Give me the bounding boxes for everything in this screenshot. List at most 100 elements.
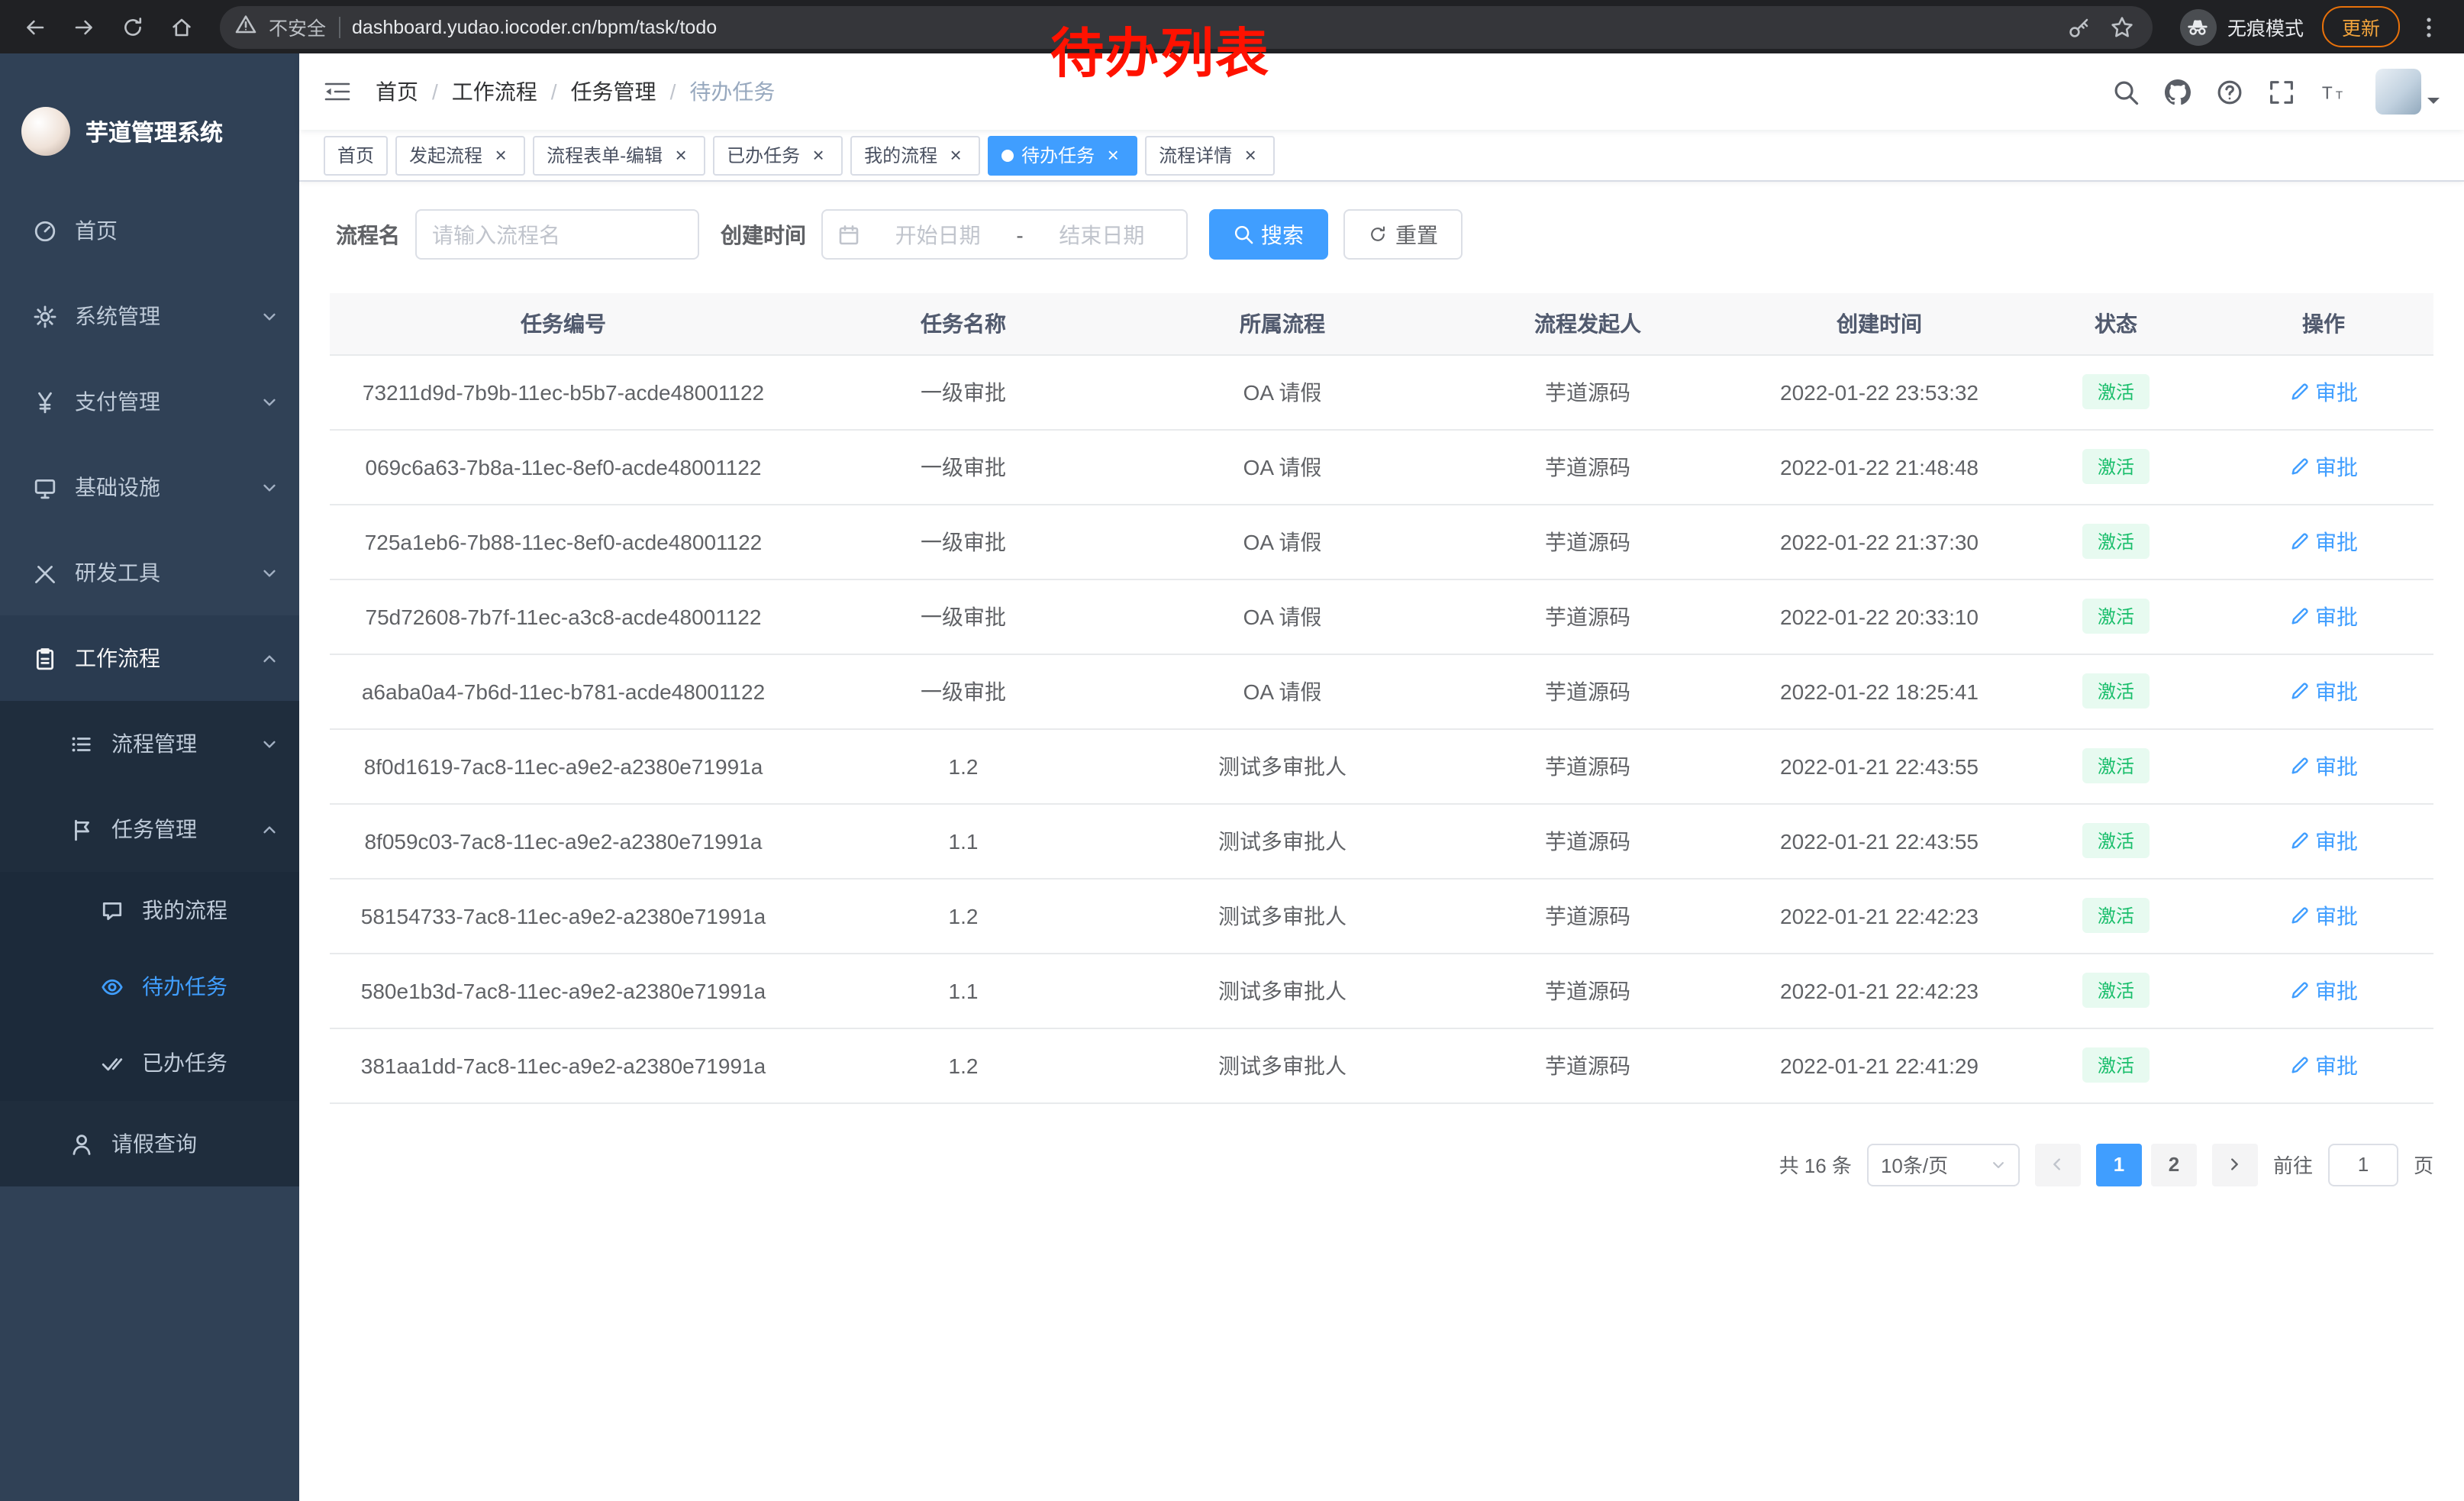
approve-link[interactable]: 审批 [2289, 451, 2358, 482]
breadcrumb-item[interactable]: 任务管理 [571, 76, 656, 107]
question-icon[interactable] [2208, 70, 2250, 113]
process-name-input[interactable] [432, 222, 682, 247]
tab-close-icon[interactable]: × [670, 144, 692, 166]
tab-close-icon[interactable]: × [1102, 144, 1124, 166]
starter-cell: 芋道源码 [1435, 803, 1740, 878]
process-name-label: 流程名 [336, 219, 400, 250]
tab-home[interactable]: 首页 [324, 135, 388, 175]
end-date-placeholder[interactable]: 结束日期 [1033, 219, 1171, 250]
tab-my-process[interactable]: 我的流程 × [850, 135, 980, 175]
start-date-placeholder[interactable]: 开始日期 [869, 219, 1007, 250]
status-badge: 激活 [2082, 599, 2150, 634]
star-icon[interactable] [2107, 11, 2137, 42]
forward-icon[interactable] [64, 7, 104, 47]
sidebar-item-process-mgmt[interactable]: 流程管理 [0, 701, 299, 786]
task-id-cell: 8f0d1619-7ac8-11ec-a9e2-a2380e71991a [330, 728, 797, 803]
search-button[interactable]: 搜索 [1209, 209, 1328, 260]
breadcrumb-separator: / [551, 79, 557, 104]
tab-label: 流程详情 [1159, 142, 1232, 168]
tab-label: 我的流程 [864, 142, 937, 168]
update-button[interactable]: 更新 [2322, 6, 2400, 47]
reset-button-label: 重置 [1395, 219, 1438, 250]
pencil-icon [2289, 756, 2309, 776]
key-icon[interactable] [2064, 11, 2095, 42]
kebab-menu-icon[interactable] [2409, 7, 2449, 47]
table-row: 73211d9d-7b9b-11ec-b5b7-acde48001122一级审批… [330, 354, 2433, 429]
status-badge: 激活 [2082, 973, 2150, 1008]
approve-link[interactable]: 审批 [2289, 825, 2358, 856]
column-header: 流程发起人 [1435, 293, 1740, 354]
reset-button[interactable]: 重置 [1343, 209, 1463, 260]
approve-link[interactable]: 审批 [2289, 975, 2358, 1006]
task-id-cell: 381aa1dd-7ac8-11ec-a9e2-a2380e71991a [330, 1028, 797, 1102]
approve-link[interactable]: 审批 [2289, 676, 2358, 706]
pencil-icon [2289, 382, 2309, 402]
process-cell: OA 请假 [1130, 504, 1435, 579]
sidebar-item-leave-query[interactable]: 请假查询 [0, 1101, 299, 1186]
sidebar-item-workflow[interactable]: 工作流程 [0, 615, 299, 701]
sidebar-item-home[interactable]: 首页 [0, 188, 299, 273]
tab-done-task[interactable]: 已办任务× [713, 135, 843, 175]
tab-close-icon[interactable]: × [945, 144, 966, 166]
incognito-icon [2180, 8, 2217, 45]
sidebar-item-payment[interactable]: 支付管理 [0, 359, 299, 444]
sidebar-collapse-icon[interactable] [324, 79, 351, 104]
goto-page-input[interactable] [2328, 1143, 2398, 1186]
process-name-field[interactable] [415, 209, 699, 260]
approve-label: 审批 [2315, 1050, 2358, 1080]
chevron-down-icon [261, 308, 278, 324]
sidebar-item-todo-task[interactable]: 待办任务 [0, 948, 299, 1025]
avatar[interactable] [2375, 69, 2421, 115]
github-icon[interactable] [2156, 70, 2198, 113]
task-id-cell: 725a1eb6-7b88-11ec-8ef0-acde48001122 [330, 504, 797, 579]
back-icon[interactable] [15, 7, 55, 47]
pencil-icon [2289, 831, 2309, 851]
sidebar-item-infrastructure[interactable]: 基础设施 [0, 444, 299, 530]
tab-start-process[interactable]: 发起流程× [395, 135, 525, 175]
search-icon[interactable] [2104, 70, 2146, 113]
home-icon[interactable] [162, 7, 202, 47]
sidebar-item-label: 基础设施 [75, 472, 160, 502]
approve-label: 审批 [2315, 451, 2358, 482]
warning-icon [235, 14, 256, 40]
approve-link[interactable]: 审批 [2289, 526, 2358, 557]
tab-todo-task[interactable]: 待办任务× [988, 135, 1137, 175]
sidebar-item-done-task[interactable]: 已办任务 [0, 1025, 299, 1101]
prev-page-button[interactable] [2035, 1143, 2081, 1186]
sidebar-item-system[interactable]: 系统管理 [0, 273, 299, 359]
chrome-nav-buttons [15, 7, 202, 47]
tab-form-edit[interactable]: 流程表单-编辑× [533, 135, 705, 175]
tab-close-icon[interactable]: × [808, 144, 829, 166]
table-row: a6aba0a4-7b6d-11ec-b781-acde48001122一级审批… [330, 654, 2433, 728]
approve-link[interactable]: 审批 [2289, 601, 2358, 631]
date-range-field[interactable]: 开始日期 - 结束日期 [821, 209, 1188, 260]
tab-close-icon[interactable]: × [1240, 144, 1261, 166]
approve-link[interactable]: 审批 [2289, 1050, 2358, 1080]
sidebar-item-devtools[interactable]: 研发工具 [0, 530, 299, 615]
tab-process-detail[interactable]: 流程详情 × [1145, 135, 1275, 175]
fullscreen-icon[interactable] [2259, 70, 2302, 113]
sidebar-item-my-process[interactable]: 我的流程 [0, 872, 299, 948]
next-page-button[interactable] [2212, 1143, 2258, 1186]
page-size-select[interactable]: 10条/页 [1867, 1143, 2020, 1186]
status-badge: 激活 [2082, 748, 2150, 783]
approve-link[interactable]: 审批 [2289, 900, 2358, 931]
created-time-cell: 2022-01-21 22:42:23 [1740, 878, 2018, 953]
breadcrumb-separator: / [432, 79, 438, 104]
column-header: 任务编号 [330, 293, 797, 354]
caret-down-icon [2427, 98, 2440, 110]
refresh-icon[interactable] [113, 7, 153, 47]
tab-close-icon[interactable]: × [490, 144, 511, 166]
font-size-icon[interactable]: TT [2311, 70, 2354, 113]
action-cell: 审批 [2214, 803, 2433, 878]
breadcrumb-item[interactable]: 首页 [376, 76, 418, 107]
sidebar-item-task-mgmt[interactable]: 任务管理 [0, 786, 299, 872]
approve-link[interactable]: 审批 [2289, 376, 2358, 407]
approve-link[interactable]: 审批 [2289, 750, 2358, 781]
user-menu[interactable] [2375, 69, 2440, 115]
breadcrumb-item[interactable]: 工作流程 [452, 76, 537, 107]
page-button-2[interactable]: 2 [2151, 1143, 2197, 1186]
page-button-1[interactable]: 1 [2096, 1143, 2142, 1186]
status-cell: 激活 [2018, 579, 2214, 654]
action-cell: 审批 [2214, 953, 2433, 1028]
